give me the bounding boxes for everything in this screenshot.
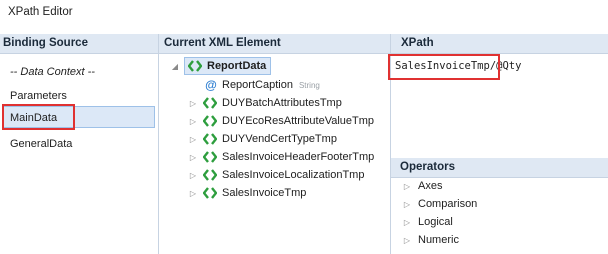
tree-node-element[interactable]: ▷ SalesInvoiceLocalizationTmp: [188, 167, 365, 183]
xml-element-icon: [202, 149, 218, 165]
binding-source-item-parameters[interactable]: Parameters: [10, 90, 67, 102]
operator-label: Comparison: [418, 198, 478, 210]
tree-root-row[interactable]: ◢ ReportData: [170, 57, 272, 75]
collapsed-triangle-icon[interactable]: ▷: [188, 171, 198, 180]
binding-source-item-data-context[interactable]: -- Data Context --: [10, 66, 95, 78]
xml-element-header: Current XML Element: [159, 34, 390, 54]
xml-element-icon: [202, 95, 218, 111]
tree-node-element[interactable]: ▷ SalesInvoiceTmp: [188, 185, 306, 201]
operator-item-logical[interactable]: ▷ Logical: [402, 216, 453, 228]
tree-node-label: DUYVendCertTypeTmp: [222, 133, 337, 145]
tree-node-label: ReportCaption: [222, 79, 293, 91]
tree-node-element[interactable]: ▷ SalesInvoiceHeaderFooterTmp: [188, 149, 374, 165]
operators-header: Operators: [391, 158, 608, 178]
tree-root-node[interactable]: ReportData: [184, 57, 272, 75]
collapsed-triangle-icon[interactable]: ▷: [188, 153, 198, 162]
type-badge: String: [298, 80, 320, 90]
tree-node-label: DUYBatchAttributesTmp: [222, 97, 342, 109]
collapsed-triangle-icon[interactable]: ▷: [402, 218, 412, 227]
operator-item-comparison[interactable]: ▷ Comparison: [402, 198, 477, 210]
collapsed-triangle-icon[interactable]: ▷: [402, 182, 412, 191]
operator-label: Axes: [418, 180, 443, 192]
collapsed-triangle-icon[interactable]: ▷: [188, 189, 198, 198]
collapsed-triangle-icon[interactable]: ▷: [402, 200, 412, 209]
binding-source-item-generaldata[interactable]: GeneralData: [10, 138, 72, 150]
attribute-icon: @: [205, 78, 217, 92]
expanded-triangle-icon[interactable]: ◢: [170, 62, 180, 71]
tree-root-label: ReportData: [207, 60, 267, 72]
collapsed-triangle-icon[interactable]: ▷: [188, 135, 198, 144]
operator-label: Logical: [418, 216, 453, 228]
tree-node-element[interactable]: ▷ DUYEcoResAttributeValueTmp: [188, 113, 374, 129]
collapsed-triangle-icon[interactable]: ▷: [188, 117, 198, 126]
tree-node-attribute[interactable]: @ ReportCaption String: [204, 77, 320, 93]
tree-node-label: SalesInvoiceHeaderFooterTmp: [222, 151, 375, 163]
pane-divider: [158, 34, 159, 254]
tree-node-element[interactable]: ▷ DUYBatchAttributesTmp: [188, 95, 342, 111]
tree-node-label: DUYEcoResAttributeValueTmp: [222, 115, 375, 127]
xml-element-icon: [187, 58, 203, 74]
tree-node-element[interactable]: ▷ DUYVendCertTypeTmp: [188, 131, 337, 147]
maindata-highlight: [2, 104, 75, 130]
collapsed-triangle-icon[interactable]: ▷: [402, 236, 412, 245]
xml-element-icon: [202, 131, 218, 147]
xpath-header: XPath: [391, 34, 608, 54]
xml-element-icon: [202, 185, 218, 201]
window-title: XPath Editor: [8, 6, 73, 18]
binding-source-header: Binding Source: [0, 34, 158, 54]
operator-label: Numeric: [418, 234, 459, 246]
operator-item-axes[interactable]: ▷ Axes: [402, 180, 443, 192]
tree-node-label: SalesInvoiceTmp: [222, 187, 307, 199]
tree-node-label: SalesInvoiceLocalizationTmp: [222, 169, 365, 181]
operator-item-numeric[interactable]: ▷ Numeric: [402, 234, 459, 246]
xml-element-icon: [202, 113, 218, 129]
xml-element-icon: [202, 167, 218, 183]
xpath-highlight: [388, 54, 500, 80]
collapsed-triangle-icon[interactable]: ▷: [188, 99, 198, 108]
